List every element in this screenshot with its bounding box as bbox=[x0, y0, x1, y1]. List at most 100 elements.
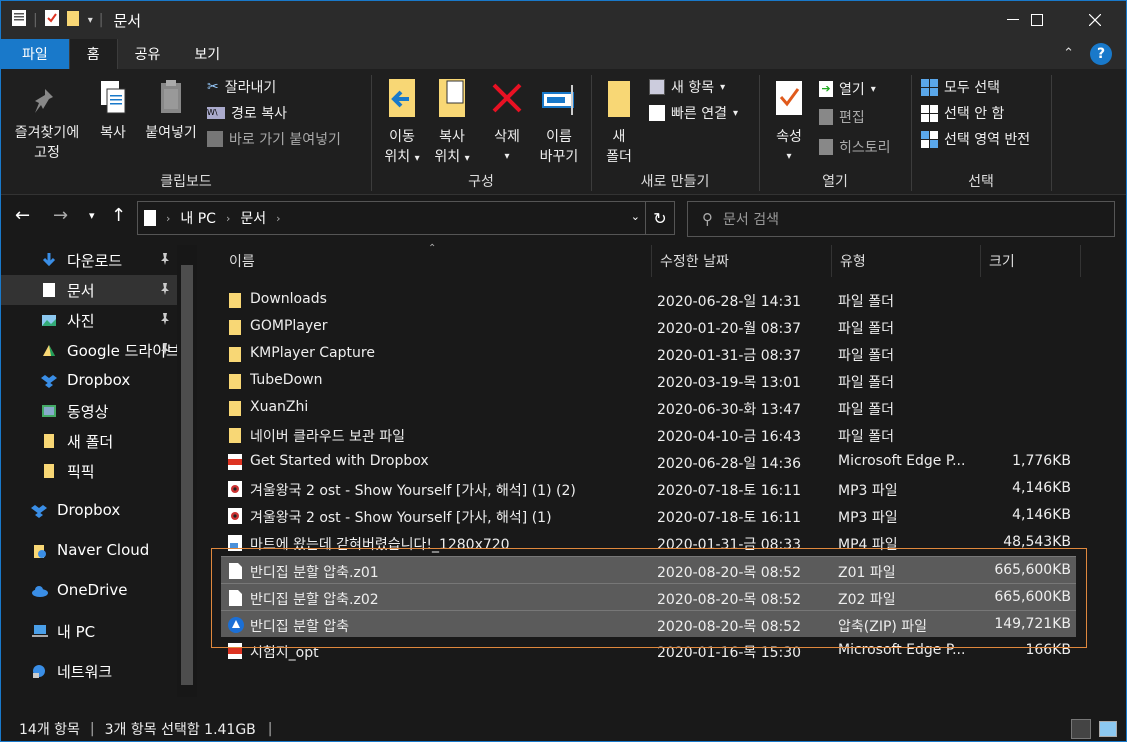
select-all-icon bbox=[921, 78, 938, 96]
window-title: 문서 bbox=[113, 11, 142, 30]
forward-arrow-icon[interactable]: → bbox=[53, 205, 68, 226]
nav-item-label: 문서 bbox=[67, 282, 95, 300]
tab-view[interactable]: 보기 bbox=[177, 39, 237, 69]
large-icons-view-icon[interactable] bbox=[1099, 721, 1117, 737]
breadcrumb-documents[interactable]: 문서 bbox=[240, 208, 266, 228]
nav-item[interactable]: Dropbox bbox=[1, 496, 177, 526]
paste-button[interactable]: 붙여넣기 bbox=[139, 79, 203, 143]
column-header-type[interactable]: 유형 bbox=[832, 245, 981, 277]
nav-item[interactable]: 다운로드 bbox=[1, 245, 177, 275]
new-folder-label-2: 폴더 bbox=[606, 149, 632, 165]
invert-selection-button[interactable]: 선택 영역 반전 bbox=[921, 129, 1030, 149]
history-button[interactable]: 히스토리 bbox=[819, 137, 891, 157]
delete-button[interactable]: 삭제 ▾ bbox=[485, 81, 529, 167]
copy-to-icon bbox=[439, 79, 465, 117]
file-row[interactable]: 시험지_opt 2020-01-16-목 15:30 Microsoft Edge … bbox=[221, 637, 1076, 664]
details-view-icon[interactable] bbox=[1071, 719, 1091, 739]
edit-button[interactable]: 편집 bbox=[819, 107, 865, 127]
new-item-icon bbox=[649, 79, 665, 95]
file-row[interactable]: Get Started with Dropbox 2020-06-28-일 14:… bbox=[221, 448, 1076, 475]
copy-to-button[interactable]: 복사 위치 ▾ bbox=[429, 77, 475, 169]
cut-button[interactable]: ✂ 잘라내기 bbox=[207, 77, 276, 97]
close-button[interactable] bbox=[1072, 1, 1118, 39]
easy-access-button[interactable]: 빠른 연결 ▾ bbox=[649, 103, 738, 123]
file-row[interactable]: 반디집 분할 압축.z01 2020-08-20-목 08:52 Z01 파일 665… bbox=[221, 556, 1076, 583]
nav-item[interactable]: 내 PC bbox=[1, 616, 177, 646]
nav-item[interactable]: Google 드라이브 bbox=[1, 335, 177, 365]
file-size: 665,600KB bbox=[994, 562, 1071, 578]
address-dropdown-icon[interactable]: ⌄ bbox=[631, 210, 640, 223]
up-arrow-icon[interactable]: ↑ bbox=[111, 205, 126, 226]
new-folder-icon bbox=[608, 81, 630, 117]
file-row[interactable]: 겨울왕국 2 ost - Show Yourself [가사, 해석] (1) 2… bbox=[221, 502, 1076, 529]
column-header-date[interactable]: 수정한 날짜 bbox=[652, 245, 832, 277]
nav-item[interactable]: 동영상 bbox=[1, 396, 177, 426]
file-type: 파일 폴더 bbox=[838, 348, 894, 364]
file-row[interactable]: GOMPlayer 2020-01-20-월 08:37 파일 폴더 bbox=[221, 313, 1076, 340]
file-row[interactable]: 마트에 왔는데 갇혀버렸습니다!_1280x720 2020-01-31-금 08… bbox=[221, 529, 1076, 556]
nav-item[interactable]: 사진 bbox=[1, 305, 177, 335]
nav-item-label: 사진 bbox=[67, 312, 95, 330]
nav-item[interactable]: 문서 bbox=[1, 275, 177, 305]
new-folder-quick-icon[interactable] bbox=[66, 9, 82, 31]
nav-item[interactable]: Naver Cloud bbox=[1, 536, 177, 566]
tab-file[interactable]: 파일 bbox=[1, 39, 69, 69]
file-row[interactable]: TubeDown 2020-03-19-목 13:01 파일 폴더 bbox=[221, 367, 1076, 394]
recent-locations-icon[interactable]: ▾ bbox=[89, 209, 95, 222]
properties-label: 속성 bbox=[776, 129, 802, 145]
properties-button[interactable]: 속성 ▾ bbox=[765, 77, 813, 167]
search-input[interactable]: ⚲ 문서 검색 bbox=[687, 201, 1115, 237]
title-bar: | ▾ | 문서 bbox=[1, 1, 1126, 39]
address-box[interactable]: › 내 PC › 문서 › ⌄ ↻ bbox=[137, 201, 675, 235]
move-to-button[interactable]: 이동 위치 ▾ bbox=[379, 77, 425, 169]
nav-item[interactable]: Dropbox bbox=[1, 366, 177, 396]
pin-icon bbox=[159, 342, 171, 359]
paste-shortcut-button[interactable]: 바로 가기 붙여넣기 bbox=[207, 129, 341, 149]
column-header-name[interactable]: 이름 bbox=[221, 245, 652, 277]
collapse-ribbon-icon[interactable]: ⌃ bbox=[1063, 46, 1074, 61]
customize-quick-access-icon[interactable]: ▾ bbox=[88, 15, 93, 26]
select-none-button[interactable]: 선택 안 함 bbox=[921, 103, 1004, 123]
open-group-label: 열기 bbox=[822, 174, 848, 190]
file-row[interactable]: KMPlayer Capture 2020-01-31-금 08:37 파일 폴더 bbox=[221, 340, 1076, 367]
selection-info: 3개 항목 선택함 1.41GB bbox=[104, 722, 256, 738]
file-row[interactable]: 반디집 분할 압축.z02 2020-08-20-목 08:52 Z02 파일 665… bbox=[221, 583, 1076, 610]
picture-icon bbox=[41, 312, 57, 332]
file-row[interactable]: Downloads 2020-06-28-일 14:31 파일 폴더 bbox=[221, 286, 1076, 313]
file-date: 2020-08-20-목 08:52 bbox=[657, 565, 802, 581]
copy-path-button[interactable]: W\ 경로 복사 bbox=[207, 103, 287, 123]
maximize-button[interactable] bbox=[1014, 1, 1060, 39]
breadcrumb-pc[interactable]: 내 PC bbox=[180, 208, 216, 228]
nav-item-label: 동영상 bbox=[67, 403, 109, 421]
nav-item[interactable]: 새 폴더 bbox=[1, 426, 177, 456]
nav-scrollbar-thumb[interactable] bbox=[181, 265, 193, 685]
tab-share[interactable]: 공유 bbox=[118, 39, 178, 69]
group-divider bbox=[1051, 75, 1052, 191]
back-arrow-icon[interactable]: ← bbox=[15, 205, 30, 226]
help-icon[interactable]: ? bbox=[1090, 43, 1112, 65]
file-row[interactable]: 겨울왕국 2 ost - Show Yourself [가사, 해석] (1) … bbox=[221, 475, 1076, 502]
pin-to-quick-access-button[interactable]: 즐겨찾기에 고정 bbox=[7, 79, 87, 163]
nav-item[interactable]: 네트워크 bbox=[1, 656, 177, 686]
copy-button[interactable]: 복사 bbox=[91, 79, 135, 143]
rename-button[interactable]: 이름 바꾸기 bbox=[533, 81, 585, 167]
column-header-size[interactable]: 크기 bbox=[981, 245, 1081, 277]
new-folder-button[interactable]: 새 폴더 bbox=[597, 77, 641, 167]
file-row[interactable]: 반디집 분할 압축 2020-08-20-목 08:52 압축(ZIP) 파일 149… bbox=[221, 610, 1076, 637]
select-all-button[interactable]: 모두 선택 bbox=[921, 77, 1000, 97]
nav-item[interactable]: OneDrive bbox=[1, 576, 177, 606]
edit-icon bbox=[819, 109, 833, 125]
open-button[interactable]: ➔ 열기 ▾ bbox=[819, 79, 876, 99]
tab-home[interactable]: 홈 bbox=[68, 39, 118, 69]
nav-item[interactable]: 픽픽 bbox=[1, 456, 177, 486]
properties-quick-icon[interactable] bbox=[44, 9, 60, 31]
file-row[interactable]: 네이버 클라우드 보관 파일 2020-04-10-금 16:43 파일 폴더 bbox=[221, 421, 1076, 448]
file-type: Z02 파일 bbox=[838, 592, 896, 608]
onedrive-icon bbox=[31, 583, 49, 603]
select-none-icon bbox=[921, 104, 938, 122]
file-row[interactable]: XuanZhi 2020-06-30-화 13:47 파일 폴더 bbox=[221, 394, 1076, 421]
new-item-button[interactable]: 새 항목 ▾ bbox=[649, 77, 725, 97]
document-app-icon[interactable] bbox=[11, 9, 27, 31]
refresh-icon[interactable]: ↻ bbox=[645, 201, 675, 235]
cut-label: 잘라내기 bbox=[224, 80, 277, 96]
